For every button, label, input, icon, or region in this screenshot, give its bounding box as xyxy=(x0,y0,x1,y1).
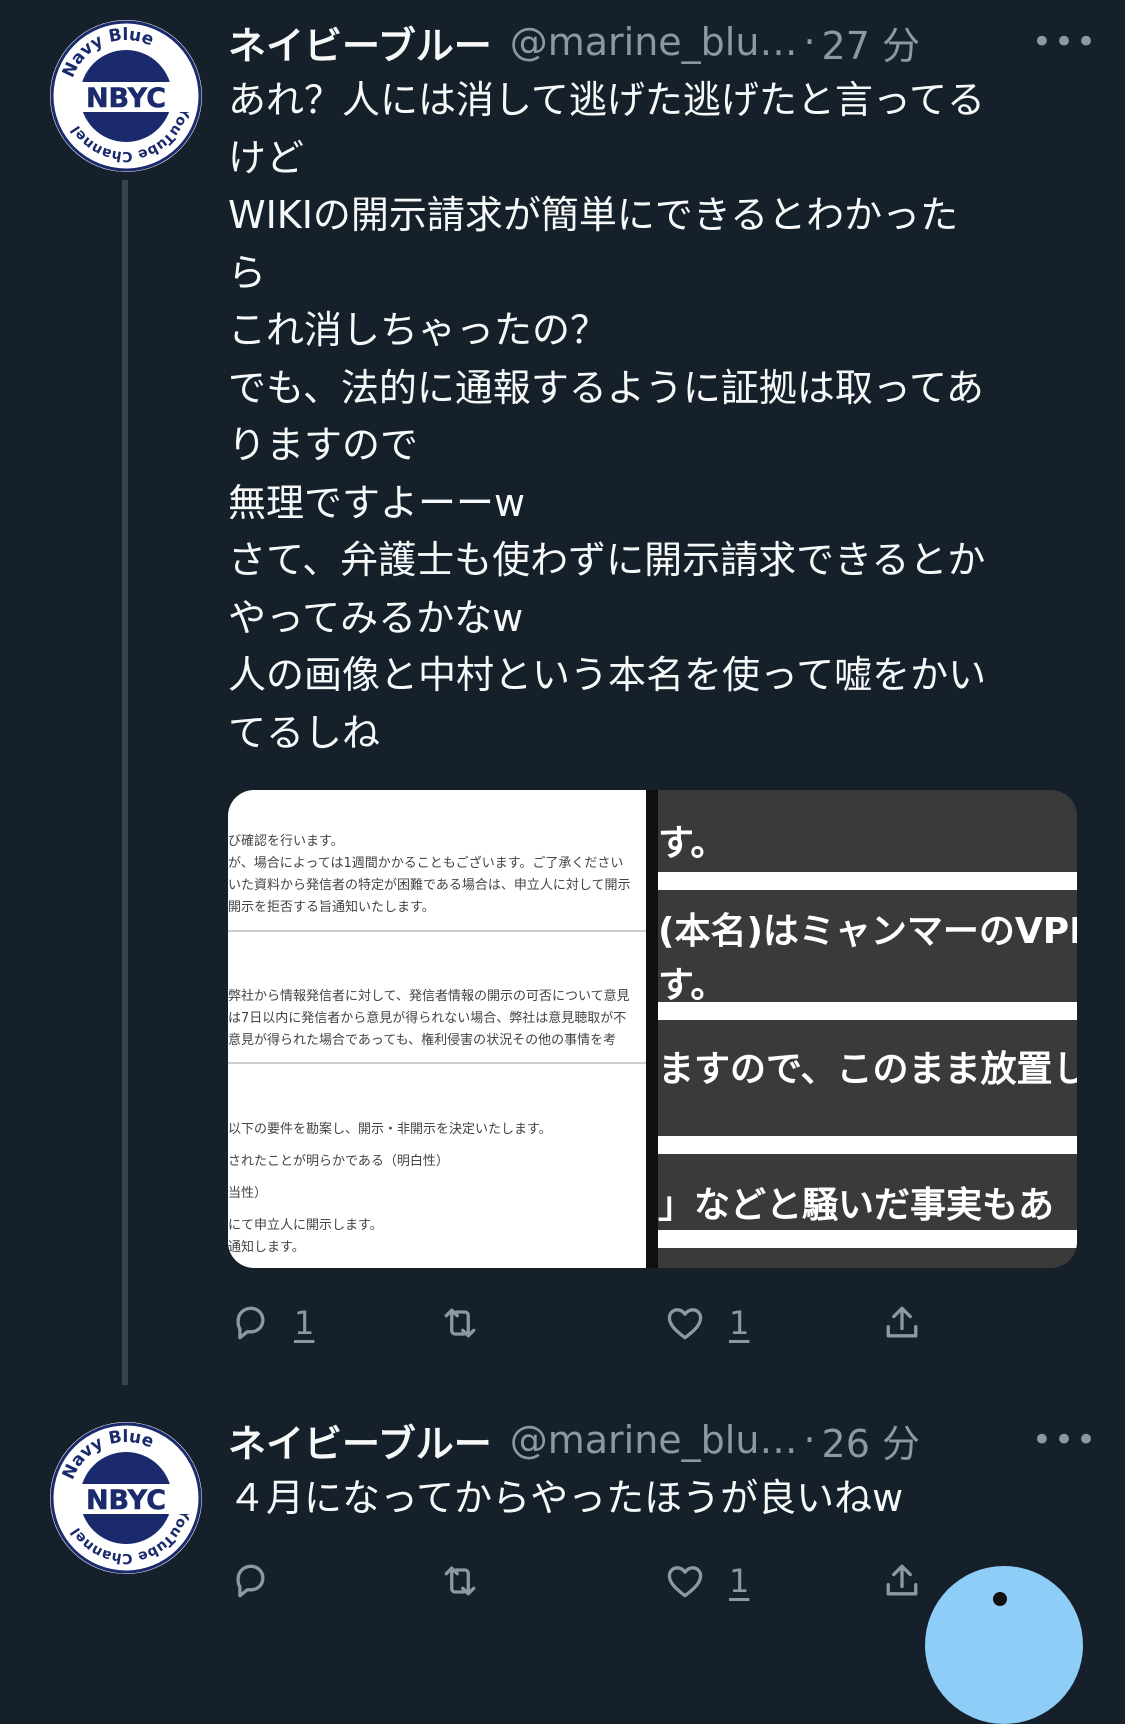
retweet-icon xyxy=(444,1308,476,1338)
like-icon xyxy=(667,1308,703,1340)
nbyc-logo: Navy Blue YouTube Channel NBYC xyxy=(50,20,202,172)
share-icon xyxy=(886,1564,918,1596)
retweet-icon xyxy=(444,1566,476,1596)
more-icon[interactable]: ••• xyxy=(1032,12,1096,72)
document-text-line: 開示を拒否する旨通知いたします。 xyxy=(228,900,435,915)
share-button[interactable] xyxy=(880,1551,924,1611)
document-text-line: は7日以内に発信者から意見が得られない場合、弊社は意見聴取が不 xyxy=(228,1011,627,1026)
document-divider xyxy=(228,1062,646,1064)
action-bar: 1 xyxy=(228,1551,1008,1611)
retweet-button[interactable] xyxy=(438,1551,504,1611)
media-image-screenshot[interactable]: す。 (本名)はミャンマーのVPN す。ますので、このまま放置し 」などと騒いだ事実も… xyxy=(658,790,1077,1268)
screenshot-text-line: 」などと騒いだ事実もあ xyxy=(658,1185,1055,1226)
document-text-line: 当性） xyxy=(228,1186,268,1201)
reply-count: 1 xyxy=(294,1304,315,1342)
reply-icon xyxy=(236,1564,265,1598)
document-text-line: いた資料から発信者の特定が困難である場合は、申立人に対して開示 xyxy=(228,878,631,893)
compose-icon xyxy=(993,1592,1007,1606)
timestamp[interactable]: 26 分 xyxy=(822,1413,920,1468)
avatar[interactable]: Navy Blue YouTube Channel NBYC xyxy=(50,20,202,172)
separator-dot: · xyxy=(803,1418,816,1462)
screenshot-text-line: ますので、このまま放置し xyxy=(658,1049,1077,1090)
tweet-text: あれ？人には消して逃げた逃げたと言ってる けど WIKIの開示請求が簡単にできる… xyxy=(228,78,987,755)
tweet-header: ネイビーブルー @marine_blu… · 26 分 ••• xyxy=(228,1410,1105,1470)
media-image-document[interactable]: び確認を行います。が、場合によっては1週間かかることもございます。ご了承ください… xyxy=(228,790,646,1268)
more-icon[interactable]: ••• xyxy=(1032,1410,1096,1470)
media-grid[interactable]: び確認を行います。が、場合によっては1週間かかることもございます。ご了承ください… xyxy=(228,790,1077,1268)
thread-line xyxy=(122,180,128,1385)
screenshot-band xyxy=(658,1230,1077,1248)
document-text-line: び確認を行います。 xyxy=(228,834,344,849)
reply-icon xyxy=(236,1306,265,1340)
display-name[interactable]: ネイビーブルー xyxy=(228,15,492,70)
media-divider xyxy=(646,790,658,1268)
tweet-header: ネイビーブルー @marine_blu… · 27 分 ••• xyxy=(228,12,1105,72)
like-button[interactable]: 1 xyxy=(663,1551,749,1611)
screenshot-text-line: (本名)はミャンマーのVPN xyxy=(658,911,1077,952)
document-text-line: にて申立人に開示します。 xyxy=(228,1218,383,1233)
screenshot-band xyxy=(658,1136,1077,1154)
svg-text:NBYC: NBYC xyxy=(86,83,166,114)
display-name[interactable]: ネイビーブルー xyxy=(228,1413,492,1468)
separator-dot: · xyxy=(803,20,816,64)
document-text-line: 以下の要件を勘案し、開示・非開示を決定いたします。 xyxy=(228,1122,552,1137)
tweet-text: ４月になってからやったほうが良いねw xyxy=(228,1476,904,1520)
document-text-line: 通知します。 xyxy=(228,1240,305,1255)
reply-button[interactable] xyxy=(228,1551,294,1611)
document-text-line: が、場合によっては1週間かかることもございます。ご了承ください xyxy=(228,856,624,871)
compose-tweet-button[interactable] xyxy=(925,1566,1083,1724)
screenshot-text-line: す。 xyxy=(658,823,727,864)
avatar[interactable]: Navy Blue YouTube Channel NBYC xyxy=(50,1422,202,1574)
user-handle[interactable]: @marine_blu… xyxy=(510,1418,798,1462)
document-divider xyxy=(228,930,646,932)
like-count: 1 xyxy=(729,1304,750,1342)
document-text-line: されたことが明らかである（明白性） xyxy=(228,1154,449,1169)
like-count: 1 xyxy=(729,1562,750,1600)
screenshot-band xyxy=(658,872,1077,890)
nbyc-logo: Navy Blue YouTube Channel NBYC xyxy=(50,1422,202,1574)
action-bar: 1 1 xyxy=(228,1293,1008,1353)
timestamp[interactable]: 27 分 xyxy=(822,15,920,70)
user-handle[interactable]: @marine_blu… xyxy=(510,20,798,64)
like-icon xyxy=(667,1566,703,1598)
share-button[interactable] xyxy=(880,1293,924,1353)
document-text-line: 意見が得られた場合であっても、権利侵害の状況その他の事情を考 xyxy=(228,1033,617,1048)
retweet-button[interactable] xyxy=(438,1293,504,1353)
tweet-1[interactable]: Navy Blue YouTube Channel NBYC ネイビーブルー @… xyxy=(0,0,1125,1385)
share-icon xyxy=(886,1306,918,1338)
svg-text:NBYC: NBYC xyxy=(86,1485,166,1516)
document-text-line: 弊社から情報発信者に対して、発信者情報の開示の可否について意見 xyxy=(228,989,630,1004)
reply-button[interactable]: 1 xyxy=(228,1293,314,1353)
screenshot-text-line: す。 xyxy=(658,965,727,1006)
like-button[interactable]: 1 xyxy=(663,1293,749,1353)
